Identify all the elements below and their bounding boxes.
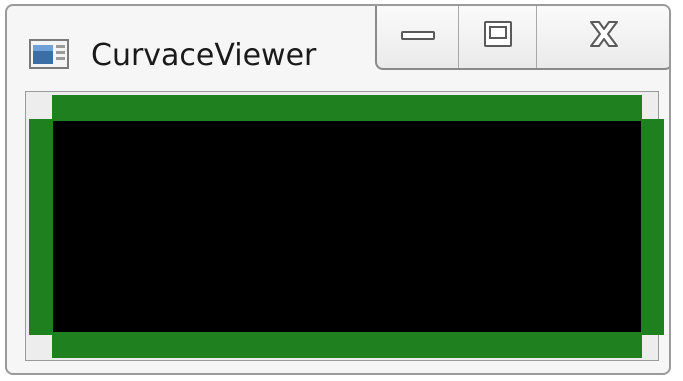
application-window-icon[interactable] <box>29 39 69 69</box>
minimize-icon <box>400 26 436 47</box>
close-button[interactable] <box>537 6 669 68</box>
minimize-button[interactable] <box>377 6 459 68</box>
frame-bottom-bar <box>52 332 642 358</box>
close-icon <box>586 19 622 54</box>
viewer-canvas[interactable] <box>53 121 641 332</box>
app-window: CurvaceViewer <box>5 4 671 375</box>
maximize-button[interactable] <box>459 6 537 68</box>
frame-top-bar <box>52 95 642 121</box>
window-controls <box>375 6 669 70</box>
client-area <box>25 91 664 361</box>
maximize-icon <box>483 20 513 53</box>
frame-left-bar <box>29 119 53 335</box>
frame-right-bar <box>640 119 664 335</box>
window-title: CurvaceViewer <box>91 38 317 73</box>
